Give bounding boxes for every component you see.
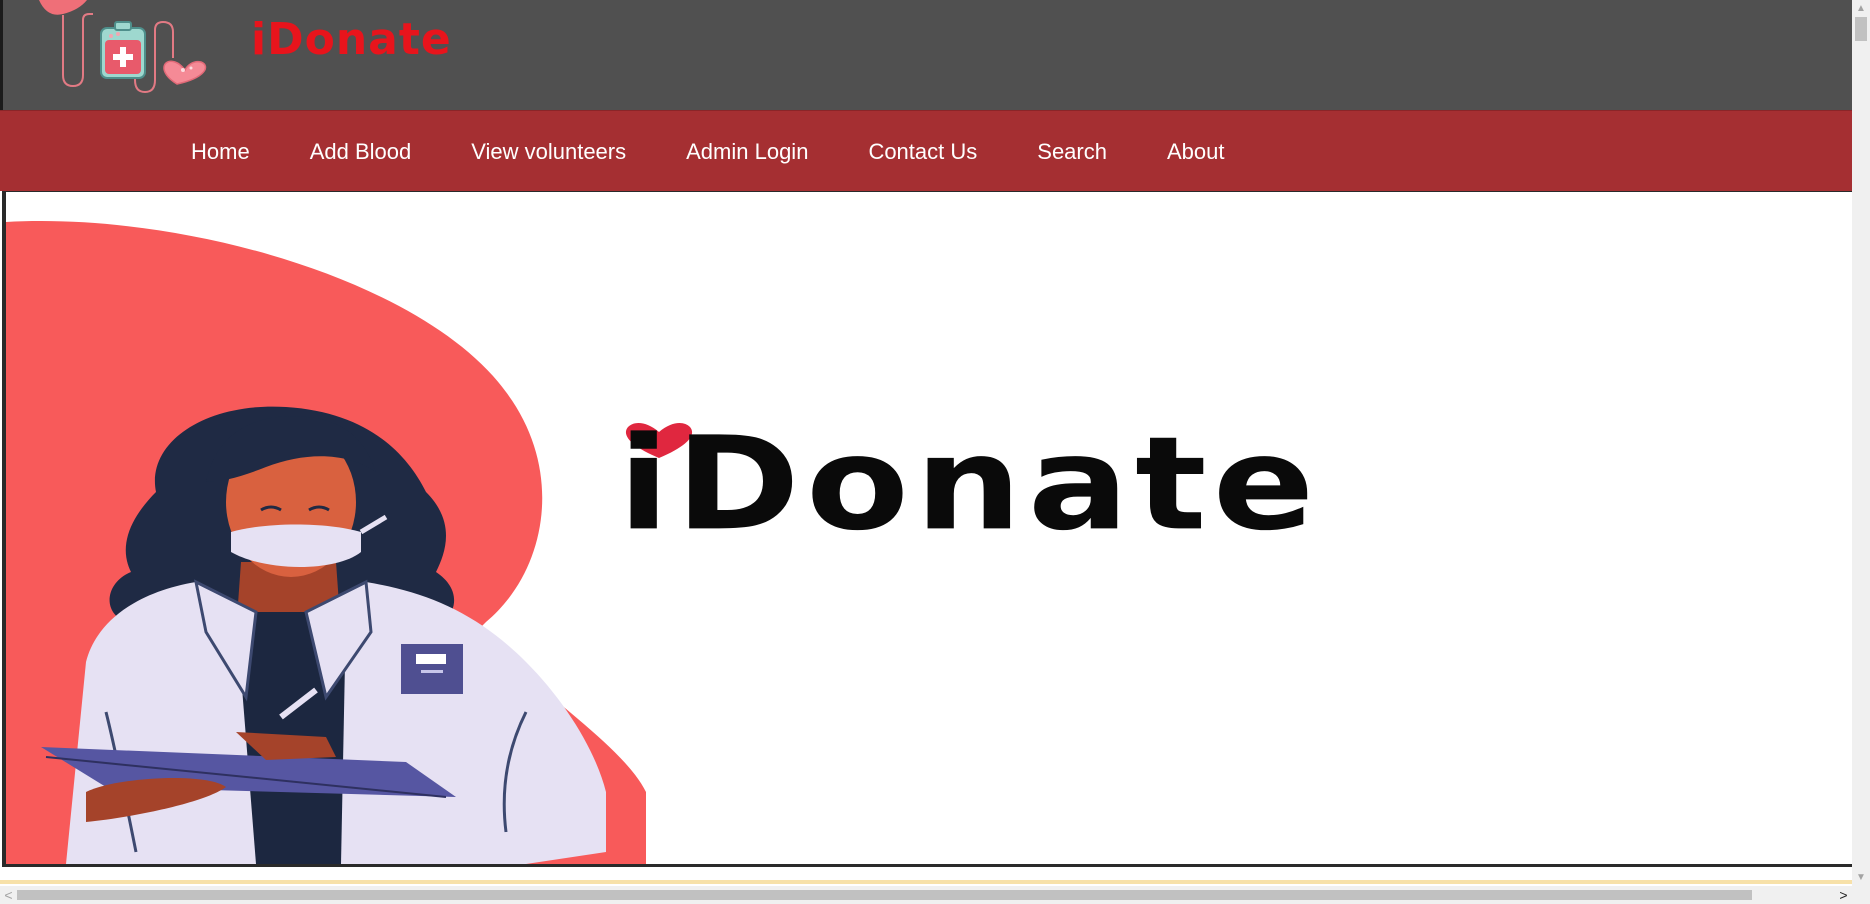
- hero-logo-text: iDonate: [618, 409, 1321, 560]
- horizontal-scrollbar[interactable]: < >: [0, 886, 1870, 904]
- site-title: iDonate: [251, 14, 452, 65]
- nav-item-about[interactable]: About: [1137, 111, 1255, 192]
- nav-item-add-blood[interactable]: Add Blood: [280, 111, 442, 192]
- nav-item-admin-login[interactable]: Admin Login: [656, 111, 838, 192]
- nav-item-search[interactable]: Search: [1007, 111, 1137, 192]
- nav-list: Home Add Blood View volunteers Admin Log…: [161, 111, 1254, 192]
- blood-bag-logo-icon: [39, 0, 207, 94]
- nav-item-view-volunteers[interactable]: View volunteers: [441, 111, 656, 192]
- page: iDonate Home Add Blood View volunteers A…: [0, 0, 1870, 904]
- hero-banner: iDonate: [2, 191, 1852, 867]
- vertical-scroll-thumb[interactable]: [1855, 17, 1867, 41]
- site-header: iDonate: [0, 0, 1852, 110]
- scroll-left-icon[interactable]: <: [0, 886, 17, 904]
- horizontal-scroll-thumb[interactable]: [17, 890, 1752, 900]
- scroll-down-icon[interactable]: ▼: [1852, 869, 1870, 886]
- vertical-scrollbar[interactable]: ▲ ▼: [1852, 0, 1870, 886]
- scroll-right-icon[interactable]: >: [1835, 886, 1852, 904]
- main-nav: Home Add Blood View volunteers Admin Log…: [0, 110, 1852, 191]
- nav-item-home[interactable]: Home: [161, 111, 280, 192]
- nav-item-contact-us[interactable]: Contact Us: [838, 111, 1007, 192]
- scroll-up-icon[interactable]: ▲: [1852, 0, 1870, 17]
- page-bottom-border: [0, 880, 1852, 884]
